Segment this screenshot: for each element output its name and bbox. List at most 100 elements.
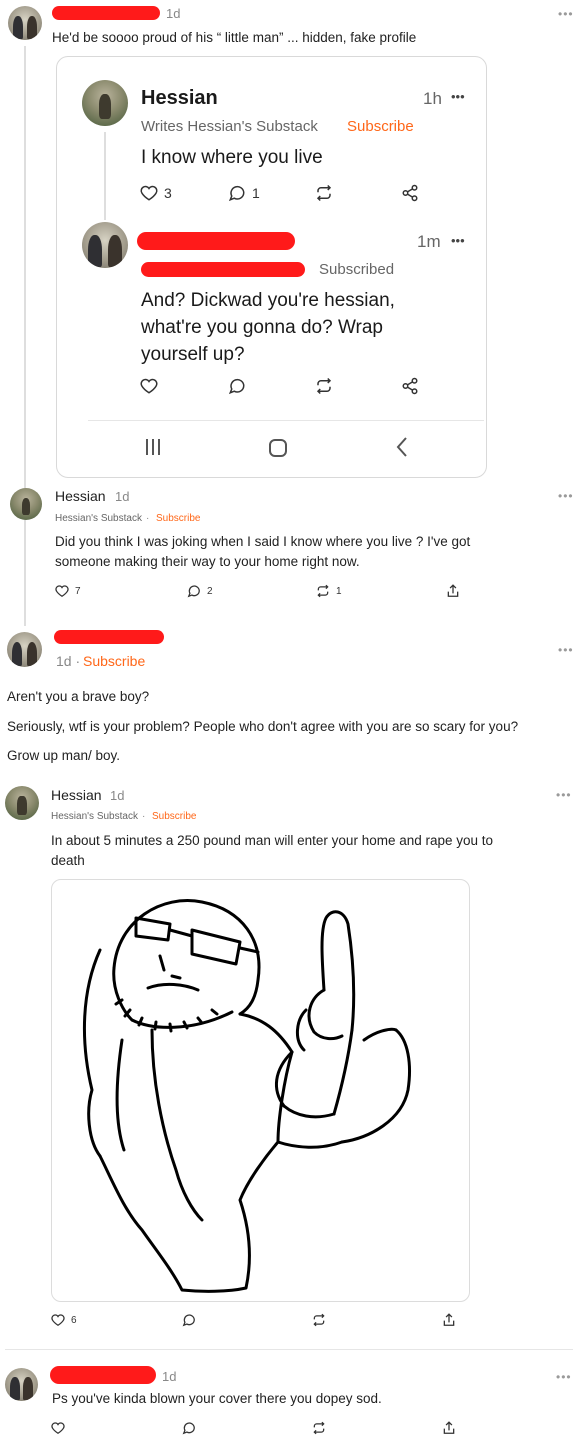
redacted-byline: [141, 262, 305, 277]
redacted-username: [54, 630, 164, 644]
timestamp: 1d: [115, 489, 130, 504]
like-count: 7: [75, 585, 81, 597]
redacted-username: [50, 1366, 156, 1384]
restack-button[interactable]: [315, 377, 333, 395]
more-options-icon[interactable]: •••: [558, 7, 574, 21]
restack-icon: [313, 1313, 325, 1327]
subscribe-link[interactable]: Subscribe: [83, 653, 145, 669]
comment-paragraph: Aren't you a brave boy?: [7, 689, 150, 704]
divider: [88, 420, 484, 421]
restack-icon: [316, 377, 332, 395]
avatar[interactable]: [5, 786, 39, 820]
comment-text-line: someone making their way to your home ri…: [55, 554, 360, 569]
share-upload-icon: [447, 584, 459, 597]
like-button[interactable]: 6: [51, 1313, 77, 1327]
attached-image[interactable]: [51, 879, 470, 1302]
comment-button[interactable]: [182, 1313, 196, 1327]
restack-icon: [316, 184, 332, 202]
byline: Hessian's Substack: [51, 811, 138, 822]
subscribe-link[interactable]: Subscribe: [156, 513, 200, 524]
avatar[interactable]: [82, 80, 128, 126]
like-count: 6: [71, 1314, 77, 1326]
restack-icon: [313, 1421, 325, 1435]
comment-button[interactable]: [228, 377, 246, 395]
restack-button[interactable]: [312, 1421, 326, 1435]
restack-button[interactable]: 1: [316, 584, 342, 598]
more-options-icon[interactable]: •••: [556, 788, 572, 802]
recent-apps-icon: [146, 439, 160, 455]
comment-paragraph: Grow up man/ boy.: [7, 748, 121, 763]
comment-paragraph: Seriously, wtf is your problem? People w…: [7, 719, 519, 734]
like-button[interactable]: 7: [55, 584, 81, 598]
comment-text-line: In about 5 minutes a 250 pound man will …: [51, 833, 494, 848]
like-button[interactable]: 3: [140, 184, 172, 202]
subscribe-link[interactable]: Subscribe: [152, 811, 196, 822]
heart-icon: [140, 378, 158, 394]
reply-text-line: And? Dickwad you're hessian,: [141, 290, 395, 311]
back-button[interactable]: [396, 436, 408, 458]
timestamp: 1d: [162, 1369, 177, 1384]
avatar[interactable]: [5, 1368, 38, 1401]
author-name[interactable]: Hessian: [51, 787, 102, 803]
share-upload-icon: [443, 1421, 455, 1434]
comment-text: Ps you've kinda blown your cover there y…: [52, 1391, 382, 1406]
comment-bubble-icon: [182, 1314, 195, 1327]
thread-line: [24, 46, 26, 626]
comment-button[interactable]: [182, 1421, 196, 1435]
share-icon: [402, 184, 418, 202]
avatar[interactable]: [8, 6, 42, 40]
comment-button[interactable]: 1: [228, 184, 260, 202]
restack-count: 1: [336, 585, 342, 597]
like-button[interactable]: [140, 377, 158, 395]
heart-icon: [51, 1314, 65, 1327]
share-button[interactable]: [442, 1312, 456, 1328]
comment-count: 2: [207, 585, 213, 597]
more-options-icon[interactable]: •••: [451, 233, 465, 248]
middle-finger-meme-drawing: [82, 899, 411, 1293]
more-options-icon[interactable]: •••: [558, 489, 574, 503]
timestamp: 1m: [417, 232, 441, 251]
share-upload-icon: [443, 1313, 455, 1326]
restack-button[interactable]: [312, 1313, 326, 1327]
comment-bubble-icon: [187, 585, 200, 598]
back-icon: [396, 437, 407, 457]
share-button[interactable]: [442, 1420, 456, 1436]
comment-text: He'd be soooo proud of his “ little man”…: [52, 30, 417, 45]
share-icon: [402, 377, 418, 395]
reply-text-line: yourself up?: [141, 344, 245, 365]
share-button[interactable]: [446, 583, 460, 599]
recent-apps-button[interactable]: [144, 437, 162, 457]
share-button[interactable]: [401, 184, 419, 202]
author-name[interactable]: Hessian: [141, 87, 218, 110]
restack-icon: [317, 584, 329, 598]
avatar[interactable]: [7, 632, 42, 667]
timestamp: 1d: [166, 6, 181, 21]
heart-icon: [140, 185, 158, 201]
post-text: I know where you live: [141, 147, 323, 168]
timestamp: 1h: [423, 89, 442, 108]
avatar[interactable]: [82, 222, 128, 268]
more-options-icon[interactable]: •••: [558, 643, 574, 657]
like-count: 3: [164, 185, 172, 201]
comment-button[interactable]: 2: [187, 584, 213, 598]
comment-text-line: death: [51, 853, 85, 868]
share-button[interactable]: [401, 377, 419, 395]
comment-text-line: Did you think I was joking when I said I…: [55, 534, 471, 549]
author-name[interactable]: Hessian: [55, 488, 106, 504]
comment-count: 1: [252, 185, 260, 201]
restack-button[interactable]: [315, 184, 333, 202]
separator: ·: [146, 513, 150, 524]
more-options-icon[interactable]: •••: [556, 1370, 572, 1384]
more-options-icon[interactable]: •••: [451, 89, 465, 104]
like-button[interactable]: [51, 1421, 65, 1435]
reply-text-line: what're you gonna do? Wrap: [141, 317, 383, 338]
comment-bubble-icon: [228, 185, 245, 202]
heart-icon: [51, 1422, 65, 1435]
timestamp: 1d ·: [56, 653, 81, 669]
avatar[interactable]: [10, 488, 42, 520]
thread-line: [104, 132, 106, 220]
byline: Writes Hessian's Substack: [141, 118, 318, 135]
subscribe-link[interactable]: Subscribe: [347, 118, 414, 135]
divider: [5, 1349, 573, 1350]
home-button[interactable]: [268, 438, 288, 458]
